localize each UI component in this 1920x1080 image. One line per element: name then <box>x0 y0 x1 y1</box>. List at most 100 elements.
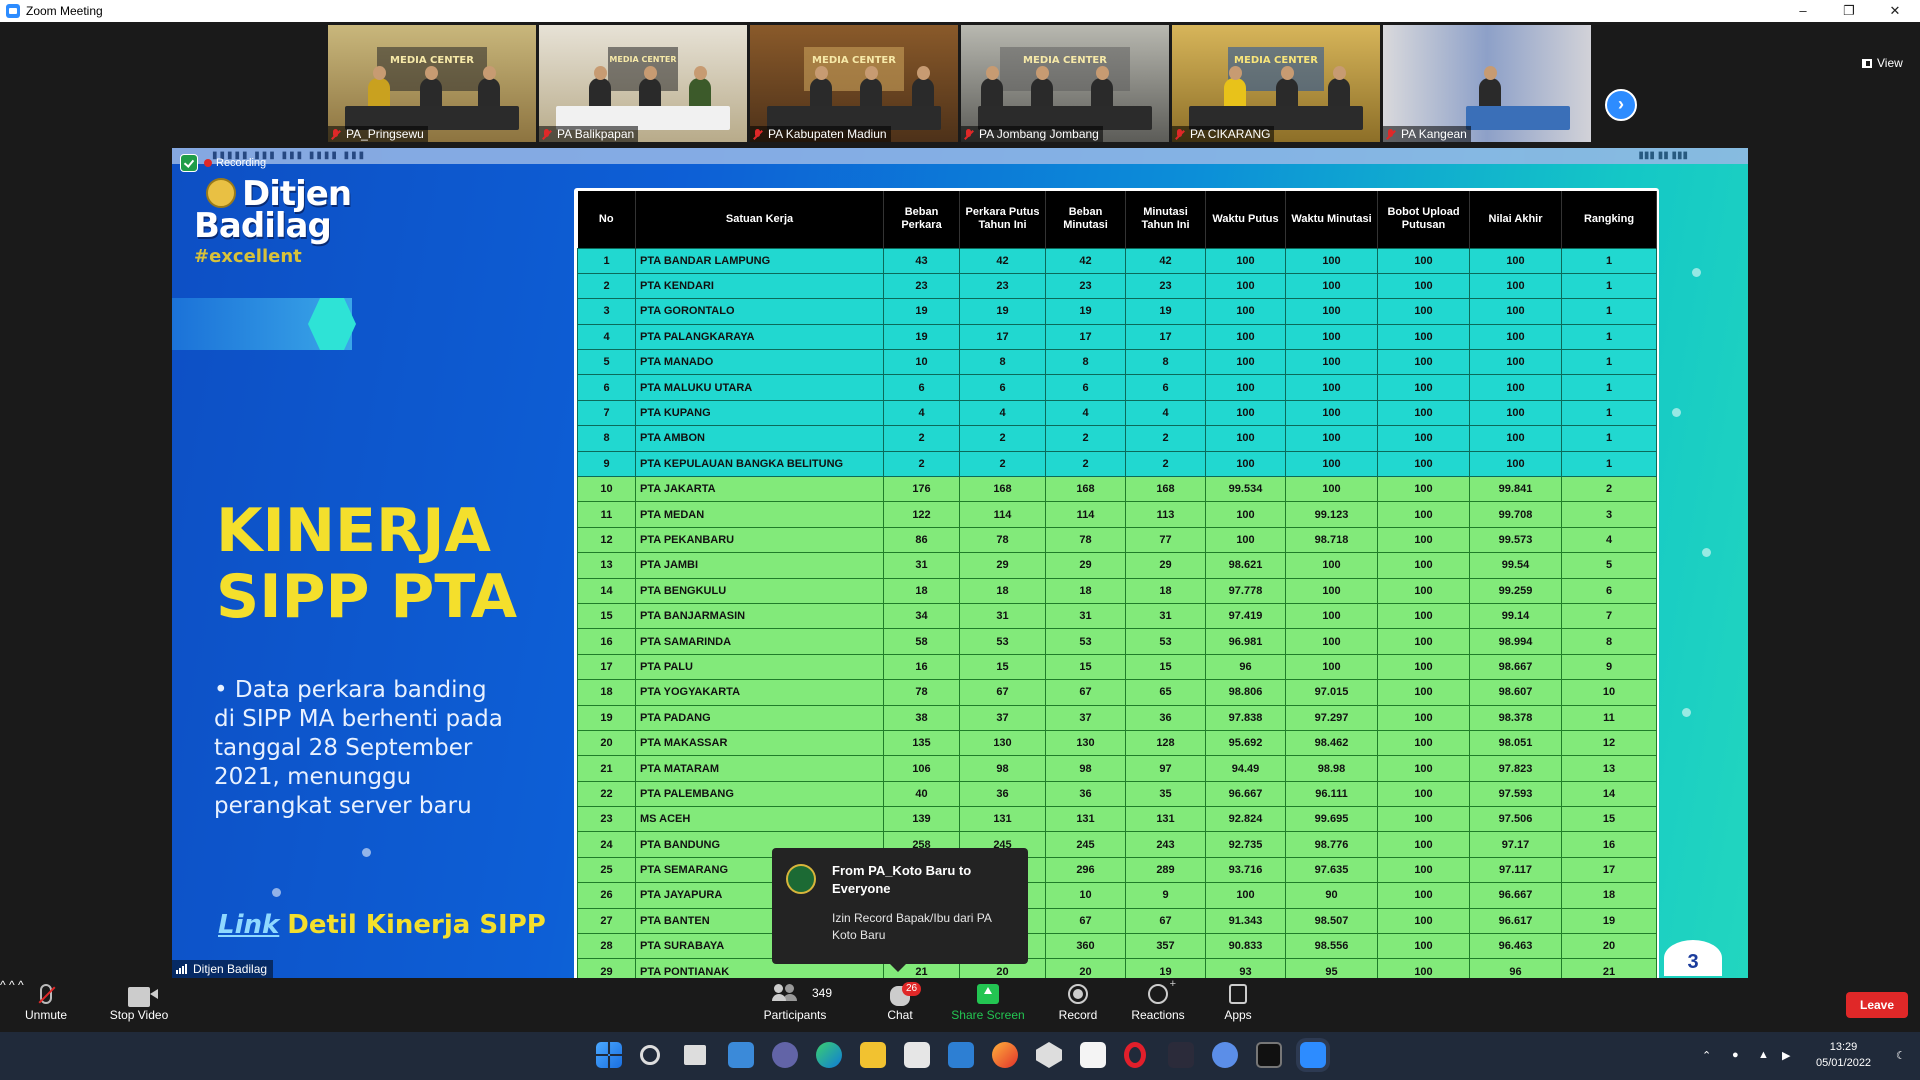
table-cell: 1 <box>1561 349 1657 376</box>
table-row: 11 PTA MEDAN 122 114 114 113 100 99.123 100 99.70… <box>577 501 1657 528</box>
taskbar-clock[interactable]: 13:29 05/01/2022 <box>1816 1039 1871 1071</box>
table-cell: PTA PALANGKARAYA <box>635 323 884 351</box>
muted-mic-icon <box>964 128 973 140</box>
gallery-next-page-button[interactable]: › <box>1605 89 1637 121</box>
detail-link[interactable]: Link Detil Kinerja SIPP <box>218 910 546 940</box>
search-icon[interactable] <box>640 1045 660 1065</box>
apps-button[interactable]: Apps <box>1222 984 1254 1022</box>
microphone-tray-icon[interactable]: ● <box>1732 1049 1739 1061</box>
table-cell: 23 <box>959 272 1046 300</box>
table-cell: 78 <box>959 526 1046 554</box>
column-header: No <box>577 191 636 248</box>
table-cell: 53 <box>1125 628 1206 655</box>
table-cell: 168 <box>959 476 1046 503</box>
participant-tile[interactable]: MEDIA CENTER PA Kabupaten Madiun <box>750 25 958 142</box>
windows-start-icon[interactable] <box>596 1042 622 1068</box>
share-screen-button[interactable]: Share Screen <box>950 984 1026 1022</box>
chat-notification[interactable]: From PA_Koto Baru to Everyone Izin Recor… <box>772 848 1028 972</box>
table-cell: 360 <box>1045 933 1126 960</box>
table-cell: 1 <box>1561 450 1657 478</box>
audio-options-chevron-icon[interactable]: ^ <box>0 978 6 992</box>
restore-icon[interactable]: ❐ <box>1826 0 1872 22</box>
table-cell: 100 <box>1285 374 1378 401</box>
microsoft-store-icon[interactable] <box>904 1042 930 1068</box>
zoom-taskbar-icon[interactable] <box>1300 1042 1326 1068</box>
table-cell: 99.14 <box>1469 602 1562 630</box>
table-cell: 2 <box>959 425 1046 452</box>
table-cell: 29 <box>1045 552 1126 579</box>
table-cell: 100 <box>1377 882 1470 909</box>
table-cell: 99.54 <box>1469 552 1562 579</box>
decorative-node <box>1702 548 1711 557</box>
table-cell: PTA BANDAR LAMPUNG <box>635 247 884 274</box>
reactions-button[interactable]: Reactions <box>1130 978 1186 1022</box>
table-cell: 17 <box>1125 323 1206 351</box>
unmute-button[interactable]: Unmute <box>18 984 74 1022</box>
sender-avatar <box>786 864 816 894</box>
edge-browser-icon[interactable] <box>816 1042 842 1068</box>
security-shield-icon[interactable] <box>180 154 198 172</box>
participant-tile[interactable]: MEDIA CENTER PA CIKARANG <box>1172 25 1380 142</box>
table-cell: 18 <box>577 679 636 706</box>
close-icon[interactable]: ✕ <box>1872 0 1918 22</box>
table-row: 2 PTA KENDARI 23 23 23 23 100 100 100 100 1 <box>577 272 1657 300</box>
muted-mic-icon <box>331 128 340 140</box>
participant-tile[interactable]: MEDIA CENTER PA Jombang Jombang <box>961 25 1169 142</box>
table-cell: 22 <box>577 780 636 808</box>
mail-icon[interactable] <box>948 1042 974 1068</box>
table-row: 27 PTA BANTEN 67 67 91.343 98.507 100 96.617 19 <box>577 907 1657 935</box>
minimize-icon[interactable]: – <box>1780 0 1826 22</box>
widgets-icon[interactable] <box>728 1042 754 1068</box>
table-row: 17 PTA PALU 16 15 15 15 96 100 100 98.667 9 <box>577 653 1657 681</box>
record-button[interactable]: Record <box>1056 984 1100 1022</box>
table-cell: 77 <box>1125 526 1206 554</box>
teams-chat-icon[interactable] <box>772 1042 798 1068</box>
participant-tile[interactable]: MEDIA CENTER PA Balikpapan <box>539 25 747 142</box>
participant-tile[interactable]: PA Kangean <box>1383 25 1591 142</box>
dropbox-icon[interactable] <box>1036 1042 1062 1068</box>
speaker-icon[interactable]: ▶ <box>1782 1049 1790 1062</box>
opera-browser-icon[interactable] <box>1124 1042 1146 1068</box>
table-cell: PTA JAKARTA <box>635 476 884 503</box>
table-cell: 21 <box>1561 958 1657 978</box>
table-cell: 1 <box>1561 399 1657 427</box>
table-cell: 1 <box>1561 323 1657 351</box>
tray-overflow-chevron-icon[interactable]: ⌃ <box>1702 1049 1711 1062</box>
amazon-icon[interactable] <box>1080 1042 1106 1068</box>
table-cell: 98.776 <box>1285 831 1378 858</box>
table-row: 5 PTA MANADO 10 8 8 8 100 100 100 100 1 <box>577 349 1657 376</box>
sublime-icon[interactable] <box>1168 1042 1194 1068</box>
participant-tile[interactable]: MEDIA CENTER PA_Pringsewu <box>328 25 536 142</box>
task-view-icon[interactable] <box>684 1045 706 1065</box>
chrome-icon[interactable] <box>1212 1042 1238 1068</box>
view-button[interactable]: View <box>1862 56 1903 70</box>
focus-moon-icon[interactable]: ☾ <box>1896 1049 1906 1062</box>
stop-video-button[interactable]: Stop Video <box>104 984 174 1022</box>
wifi-icon[interactable]: ▲ <box>1758 1049 1769 1061</box>
table-cell: 6 <box>959 374 1046 401</box>
column-header: Waktu Minutasi <box>1285 191 1378 248</box>
table-cell: 15 <box>1125 653 1206 681</box>
chat-button[interactable]: 26 Chat <box>880 982 922 1022</box>
table-cell: 99.841 <box>1469 476 1562 503</box>
table-cell: 1 <box>577 247 636 274</box>
video-options-chevron-icon[interactable]: ^ <box>9 978 15 992</box>
participant-name-label: PA Kabupaten Madiun <box>750 126 891 142</box>
muted-microphone-icon <box>40 984 52 1004</box>
leave-meeting-button[interactable]: Leave <box>1846 992 1908 1018</box>
table-cell: 2 <box>883 450 960 478</box>
table-cell: 100 <box>1285 298 1378 325</box>
table-cell: 13 <box>1561 755 1657 782</box>
table-cell: 37 <box>959 704 1046 731</box>
table-cell: 100 <box>1285 577 1378 604</box>
table-cell: 23 <box>1045 272 1126 300</box>
firefox-icon[interactable] <box>992 1042 1018 1068</box>
table-cell: 100 <box>1377 247 1470 274</box>
table-cell: 35 <box>1125 780 1206 808</box>
table-cell: 2 <box>1045 450 1126 478</box>
table-cell: 8 <box>959 349 1046 376</box>
file-explorer-icon[interactable] <box>860 1042 886 1068</box>
table-cell: 98 <box>1045 755 1126 782</box>
table-cell: 7 <box>1561 602 1657 630</box>
terminal-icon[interactable] <box>1256 1042 1282 1068</box>
